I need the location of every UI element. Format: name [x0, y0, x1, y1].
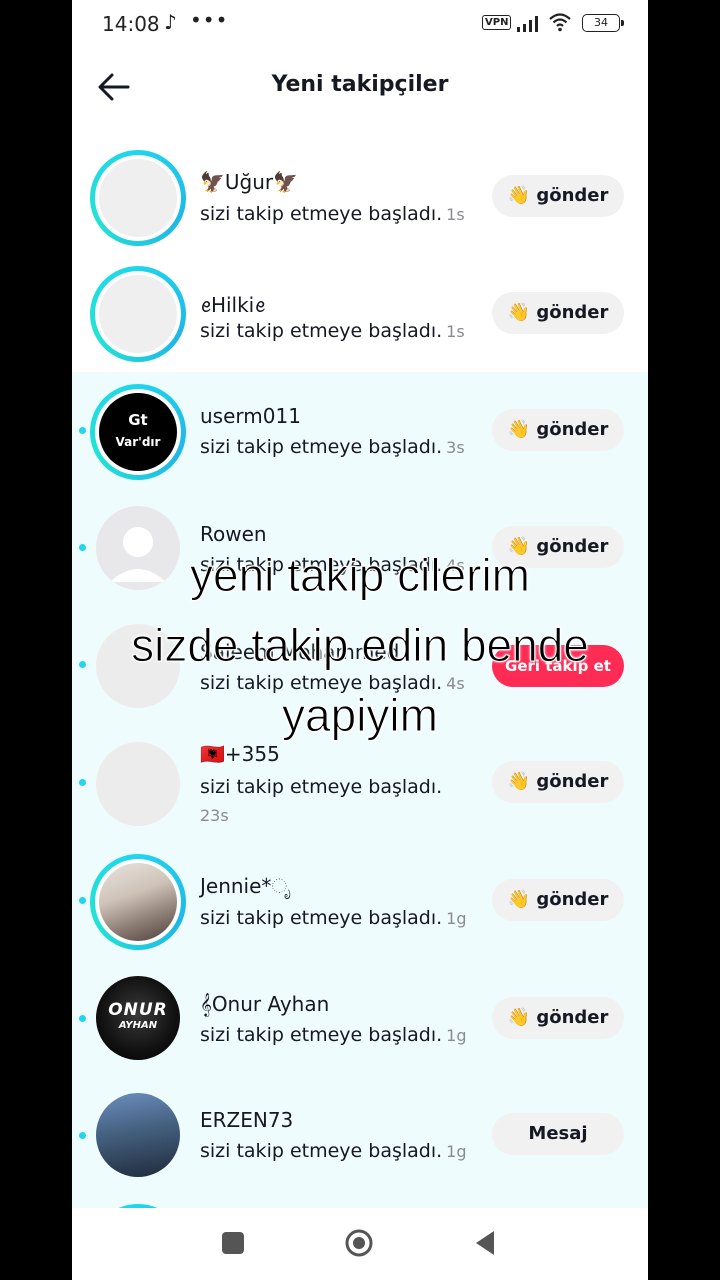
avatar[interactable] — [96, 742, 180, 826]
battery-icon: 34 — [582, 14, 624, 32]
list-item[interactable]: Jennie*ೃ sizi takip etmeye başladı. 1g 👋 … — [72, 842, 648, 960]
unread-dot — [79, 661, 86, 668]
username[interactable]: Rowen — [200, 522, 267, 546]
wave-send-button[interactable]: 👋 gönder — [492, 879, 624, 921]
avatar[interactable] — [96, 506, 180, 590]
avatar[interactable] — [90, 266, 186, 362]
header: Yeni takipçiler — [72, 48, 648, 126]
list-item[interactable]: ONUR AYHAN 𝄞Onur Ayhan sizi takip etmeye… — [72, 960, 648, 1078]
avatar[interactable]: ONUR AYHAN — [96, 976, 180, 1060]
list-item[interactable]: Gt Var'dır userm011 sizi takip etmeye ba… — [72, 372, 648, 490]
vpn-icon: VPN — [482, 15, 512, 30]
timestamp: 23s — [200, 806, 229, 825]
wave-send-button[interactable]: 👋 gönder — [492, 409, 624, 451]
unread-dot — [79, 544, 86, 551]
back-nav-button[interactable] — [472, 1228, 498, 1258]
list-item[interactable]: ꫀHilkiꫀ sizi takip etmeye başladı. 1s 👋 g… — [72, 256, 648, 372]
list-item[interactable]: 🦅Uğur🦅 sizi takip etmeye başladı. 1s 👋 gö… — [72, 140, 648, 256]
signal-icon — [517, 16, 538, 32]
avatar[interactable] — [96, 624, 180, 708]
username[interactable]: 🦅Uğur🦅 — [200, 170, 298, 194]
avatar[interactable] — [96, 1093, 180, 1177]
follow-text: sizi takip etmeye başladı. 1s — [200, 320, 465, 342]
username[interactable]: 🇦🇱+355 — [200, 742, 280, 766]
unread-dot — [79, 1132, 86, 1139]
tiktok-icon: ♪ — [164, 10, 177, 34]
message-button[interactable]: Mesaj — [492, 1113, 624, 1155]
system-navigation-bar — [72, 1208, 648, 1280]
wave-send-button[interactable]: 👋 gönder — [492, 761, 624, 803]
username[interactable]: ERZEN73 — [200, 1108, 293, 1132]
status-time: 14:08 — [102, 12, 160, 36]
list-item[interactable]: Saleem Mohammed sizi takip etmeye başlad… — [72, 608, 648, 724]
follow-text: sizi takip etmeye başladı. 4s — [200, 672, 465, 694]
username[interactable]: Saleem Mohammed — [200, 640, 399, 664]
username[interactable]: Jennie*ೃ — [200, 874, 291, 898]
follow-text: sizi takip etmeye başladı. 3s — [200, 436, 465, 458]
follow-text: sizi takip etmeye başladı. — [200, 776, 443, 798]
wave-send-button[interactable]: 👋 gönder — [492, 526, 624, 568]
wifi-icon — [549, 13, 571, 32]
followers-list: 🦅Uğur🦅 sizi takip etmeye başladı. 1s 👋 gö… — [72, 140, 648, 1280]
unread-dot — [79, 897, 86, 904]
unread-dot — [79, 1015, 86, 1022]
phone-screen: 14:08 ♪ ••• VPN 34 Yeni takipçiler 🦅Uğur… — [72, 0, 648, 1280]
default-avatar-icon — [110, 527, 166, 582]
more-notifications-icon: ••• — [190, 8, 229, 32]
username[interactable]: userm011 — [200, 404, 301, 428]
follow-back-button[interactable]: Geri takip et — [492, 645, 624, 687]
avatar[interactable] — [90, 854, 186, 950]
username[interactable]: 𝄞Onur Ayhan — [200, 992, 329, 1016]
wave-send-button[interactable]: 👋 gönder — [492, 997, 624, 1039]
recent-apps-button[interactable] — [222, 1232, 244, 1254]
follow-text: sizi takip etmeye başladı. 1g — [200, 1140, 467, 1162]
follow-text: sizi takip etmeye başladı. 1g — [200, 907, 467, 929]
follow-text: sizi takip etmeye başladı. 1s — [200, 203, 465, 225]
unread-dot — [79, 427, 86, 434]
list-item[interactable]: 🇦🇱+355 sizi takip etmeye başladı. 23s 👋 … — [72, 724, 648, 842]
status-bar: 14:08 ♪ ••• VPN 34 — [72, 0, 648, 48]
list-item[interactable]: ERZEN73 sizi takip etmeye başladı. 1g Mes… — [72, 1078, 648, 1196]
follow-text: sizi takip etmeye başladı. 4s — [200, 554, 465, 576]
home-button[interactable] — [344, 1228, 374, 1258]
list-item[interactable]: Rowen sizi takip etmeye başladı. 4s 👋 gön… — [72, 490, 648, 608]
avatar[interactable]: Gt Var'dır — [90, 384, 186, 480]
unread-dot — [79, 779, 86, 786]
wave-send-button[interactable]: 👋 gönder — [492, 292, 624, 334]
follow-text: sizi takip etmeye başladı. 1g — [200, 1024, 467, 1046]
avatar[interactable] — [90, 150, 186, 246]
wave-send-button[interactable]: 👋 gönder — [492, 175, 624, 217]
page-title: Yeni takipçiler — [271, 72, 449, 97]
